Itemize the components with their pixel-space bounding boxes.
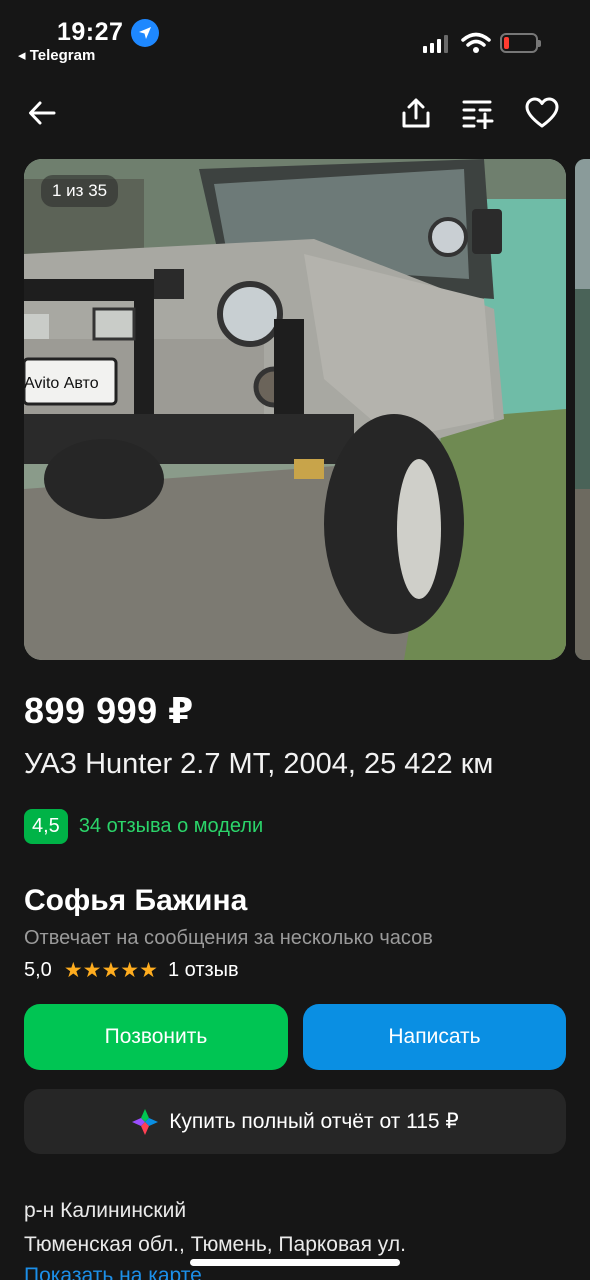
seller-rating-value: 5,0 [24,959,52,981]
photo-gallery[interactable]: Avito Авто 1 из 35 [24,159,590,660]
seller-name[interactable]: Софья Бажина [24,884,247,918]
battery-icon [500,33,541,53]
share-icon [402,98,430,128]
cellular-signal-icon [423,35,448,53]
seller-reviews-count: 1 отзыв [167,959,239,981]
compare-button[interactable] [459,93,499,133]
next-photo-preview[interactable] [575,159,590,660]
compare-add-icon [462,100,494,129]
call-button[interactable]: Позвонить [24,1004,288,1070]
favorite-button[interactable] [522,93,562,133]
message-button[interactable]: Написать [303,1004,566,1070]
arrow-left-icon [29,101,56,125]
wifi-icon [461,32,491,53]
uaz-hunter-image: Avito Авто [24,159,566,660]
price: 899 999 ₽ [24,690,194,731]
seller-rating-row[interactable]: 5,0 ★★★★★ 1 отзыв [24,958,239,983]
back-button[interactable] [22,93,62,133]
car-photo[interactable]: Avito Авто 1 из 35 [24,159,566,660]
heart-icon [525,97,559,128]
home-indicator[interactable] [190,1259,400,1266]
plate-text: Avito Авто [24,375,99,392]
autoteka-logo-icon [132,1108,159,1135]
show-on-map-link[interactable]: Показать на карте [24,1264,202,1280]
back-to-telegram-link[interactable]: ◂ Telegram [18,46,95,64]
buy-report-button[interactable]: Купить полный отчёт от 115 ₽ [24,1089,566,1154]
seller-reply-time: Отвечает на сообщения за несколько часов [24,927,433,949]
buy-report-label: Купить полный отчёт от 115 ₽ [169,1110,459,1133]
photo-counter: 1 из 35 [41,175,119,207]
status-bar: 19:27 ◂ Telegram [0,0,590,80]
listing-title: УАЗ Hunter 2.7 MT, 2004, 25 422 км [24,748,494,780]
star-rating-icon: ★★★★★ [63,959,158,982]
clock: 19:27 [57,18,124,46]
location-arrow-icon [131,19,159,47]
address-full: Тюменская обл., Тюмень, Парковая ул. [24,1233,406,1256]
model-rating-row[interactable]: 4,5 34 отзыва о модели [24,809,263,844]
address-district: р-н Калининский [24,1199,187,1222]
model-reviews-link[interactable]: 34 отзыва о модели [79,815,263,838]
next-photo-image [575,159,590,660]
top-toolbar [0,88,590,138]
share-button[interactable] [396,93,436,133]
model-rating-badge: 4,5 [24,809,68,844]
